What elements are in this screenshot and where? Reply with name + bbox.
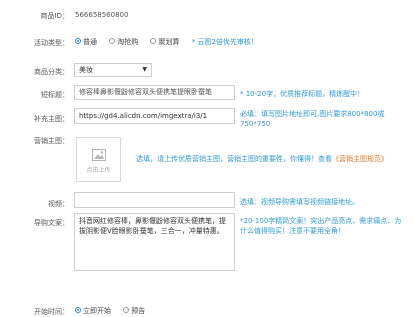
video-hint: 选填：视频导购需填写视频链接地址。 xyxy=(240,198,359,206)
copy-hint: *20-100字精简文案！突出产品亮点、需求痛点、为什么值得购买！注意不要用全角… xyxy=(240,217,402,235)
radio-on-icon xyxy=(75,307,81,313)
category-select[interactable]: 美妆 ▼ xyxy=(74,63,152,77)
short-title-label: 短标题： xyxy=(41,91,69,99)
activity-type-radio-group: 普通 淘抢购 聚划算 * 云图2倍优先审核！ xyxy=(75,37,258,47)
copy-label: 导购文案： xyxy=(34,219,69,227)
image-upload-icon xyxy=(91,149,106,161)
marketing-image-upload[interactable]: 点击上传 xyxy=(76,137,121,182)
start-time-label: 开始时间： xyxy=(34,308,69,316)
activity-type-label: 活动类型： xyxy=(34,39,69,47)
dropdown-arrow-icon: ▼ xyxy=(142,66,147,73)
marketing-image-spec-link[interactable]: 《营销主图规范》 xyxy=(332,155,388,163)
product-id-label: 商品ID： xyxy=(40,12,69,20)
radio-off-icon xyxy=(109,38,116,44)
upload-text: 点击上传 xyxy=(86,167,111,174)
radio-taoqianggou-label: 淘抢购 xyxy=(117,38,139,46)
copy-textarea[interactable]: 抖音网红修容棒，鼻影偃鼢修容双头便携笔，提拔阴影便V脸眼影卧蚕笔，三合一，冲量特… xyxy=(74,213,235,271)
extra-image-input[interactable]: https://gd4.alicdn.com/imgextra/i3/1 xyxy=(74,108,235,124)
radio-preview-label: 预告 xyxy=(131,307,146,315)
radio-on-icon xyxy=(75,38,81,44)
radio-start-now-label: 立即开始 xyxy=(83,307,111,315)
radio-preview[interactable]: 预告 xyxy=(123,306,145,316)
radio-juhuasuan[interactable]: 聚划算 xyxy=(150,37,179,47)
start-time-radio-group: 立即开始 预告 xyxy=(75,306,155,316)
radio-normal[interactable]: 普通 xyxy=(75,37,97,47)
video-input[interactable] xyxy=(74,192,235,208)
radio-normal-label: 普通 xyxy=(83,38,97,46)
extra-image-label: 补充主图： xyxy=(34,115,69,123)
radio-taoqianggou[interactable]: 淘抢购 xyxy=(109,37,138,47)
extra-image-hint: 必填：填写图片地址即可,图片要求800*800或750*750 xyxy=(240,110,385,128)
video-label: 视频： xyxy=(48,200,69,208)
short-title-hint: * 10-20字，优质推荐标题，精炼醒中！ xyxy=(240,90,365,98)
marketing-image-label: 营销主图： xyxy=(34,137,69,145)
product-id-value: 566658560800 xyxy=(75,11,129,19)
short-title-input[interactable]: 修容棒鼻影偃鼢修容双头便携笔提眼卧蚕笔 xyxy=(74,85,235,100)
category-selected-value: 美妆 xyxy=(79,66,93,74)
radio-off-icon xyxy=(150,38,157,44)
radio-start-now[interactable]: 立即开始 xyxy=(75,306,111,316)
radio-juhuasuan-label: 聚划算 xyxy=(158,38,180,46)
radio-off-icon xyxy=(123,307,130,313)
activity-type-hint: * 云图2倍优先审核！ xyxy=(191,38,258,46)
marketing-image-hint: 选填，请上传优质营销主图，营销主图的重要性，你懂得！查看《营销主图规范》 xyxy=(136,154,411,164)
marketing-image-hint-text: 选填，请上传优质营销主图，营销主图的重要性，你懂得！查看 xyxy=(136,155,332,163)
category-label: 商品分类： xyxy=(34,68,69,76)
